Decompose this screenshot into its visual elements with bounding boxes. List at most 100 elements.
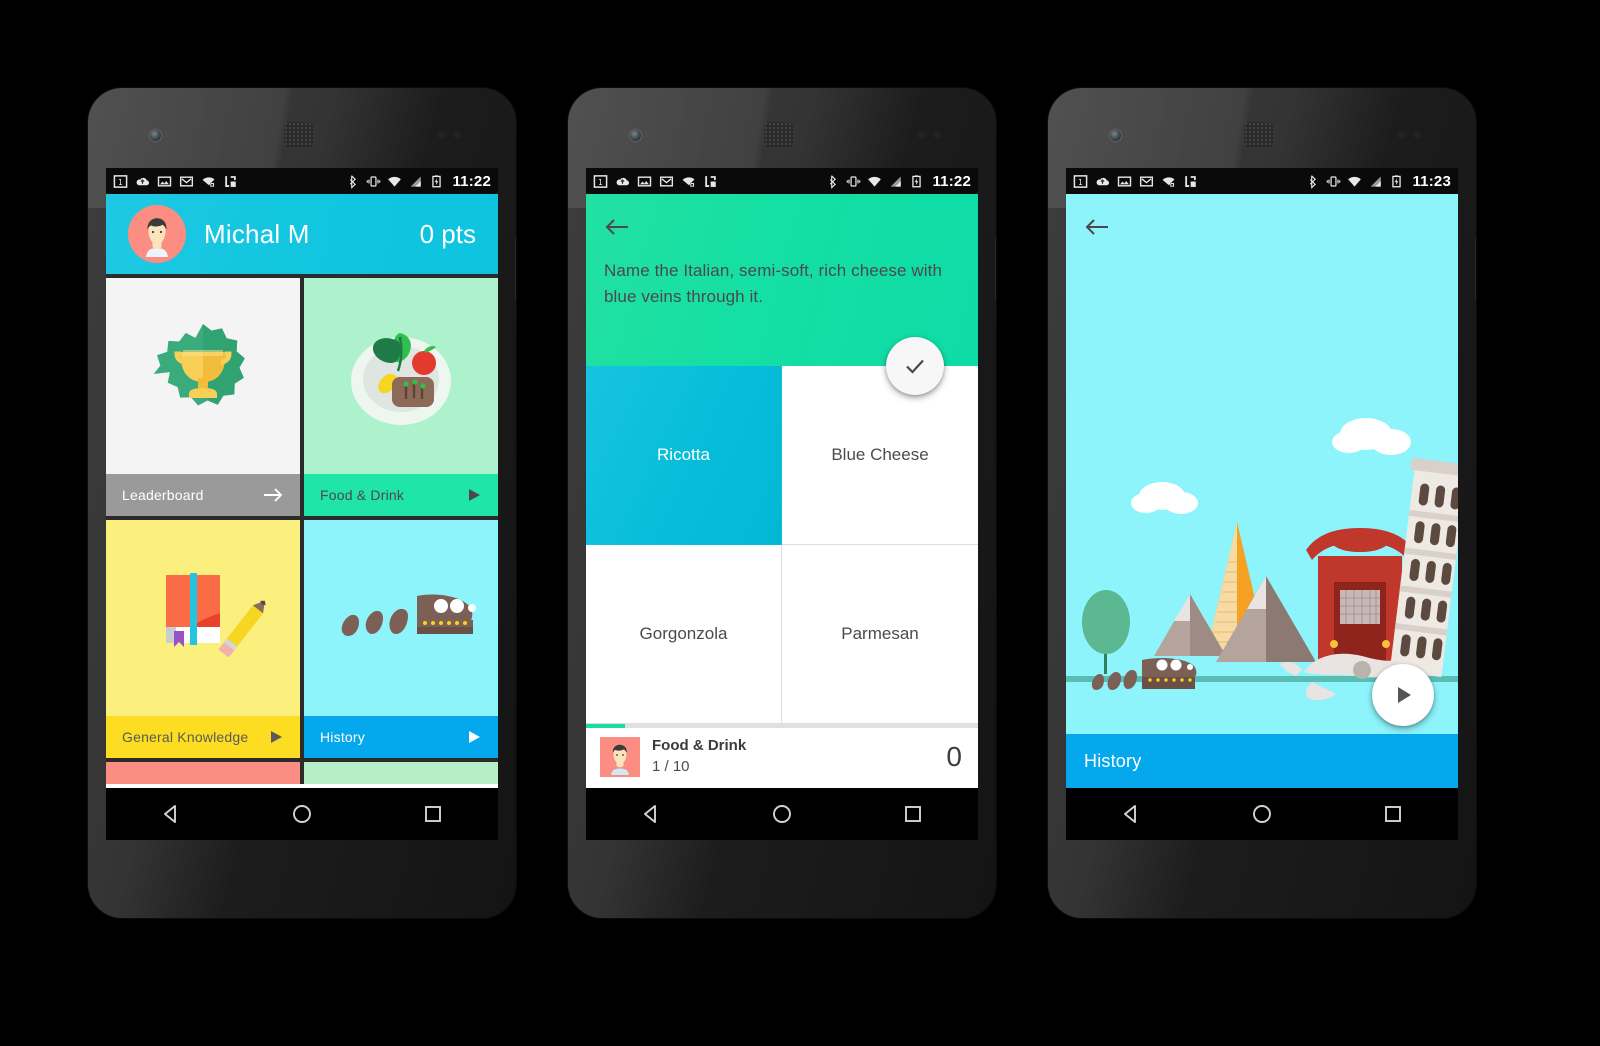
android-nav-bar: [586, 788, 978, 840]
play-triangle-icon: [268, 729, 284, 745]
android-nav-bar: [106, 788, 498, 840]
tile-peek-red[interactable]: [106, 762, 300, 784]
general-knowledge-bar[interactable]: General Knowledge: [106, 716, 300, 758]
power-button[interactable]: [1475, 238, 1476, 300]
recents-square-icon[interactable]: [887, 788, 939, 840]
gmail-icon: [659, 175, 674, 187]
photo-icon: [157, 175, 172, 187]
phone-category-intro: 1 11:23 History: [1048, 88, 1476, 918]
user-avatar-art: [600, 736, 640, 777]
gmail-icon: [1139, 175, 1154, 187]
profile-header[interactable]: Michal M 0 pts: [106, 194, 498, 274]
back-arrow-icon[interactable]: [604, 210, 638, 244]
status-bar: 1 11:23: [1066, 168, 1458, 194]
vibrate-icon: [367, 175, 381, 187]
bluetooth-icon: [830, 174, 837, 189]
leaderboard-art: [106, 278, 300, 474]
proximity-sensor-icon: [438, 132, 445, 139]
home-circle-icon[interactable]: [756, 788, 808, 840]
power-button[interactable]: [515, 238, 516, 300]
back-triangle-icon[interactable]: [145, 788, 197, 840]
light-sensor-icon: [454, 132, 461, 139]
answer-option[interactable]: Blue Cheese: [782, 366, 978, 545]
category-content: History: [1066, 194, 1458, 788]
play-triangle-icon: [466, 729, 482, 745]
back-arrow-icon[interactable]: [1084, 210, 1118, 244]
back-triangle-icon[interactable]: [625, 788, 677, 840]
tile-label: General Knowledge: [122, 729, 249, 745]
power-button[interactable]: [995, 238, 996, 300]
proximity-sensor-icon: [1398, 132, 1405, 139]
vibrate-icon: [847, 175, 861, 187]
front-camera-icon: [630, 130, 641, 141]
quiz-score: 0: [946, 740, 962, 772]
photo-icon: [637, 175, 652, 187]
tile-label: History: [320, 729, 365, 745]
question-text: Name the Italian, semi-soft, rich cheese…: [604, 261, 943, 307]
phone-top-bezel: [88, 88, 516, 168]
quiz-question-counter: 1 / 10: [652, 757, 690, 775]
tile-label: Food & Drink: [320, 487, 405, 503]
phone-screen-home: 1 11:22 Michal M 0 pts Leaderboard Food …: [106, 168, 498, 840]
recents-square-icon[interactable]: [1367, 788, 1419, 840]
tile-food-and-drink[interactable]: Food & Drink: [304, 278, 498, 516]
answer-grid: Ricotta Blue Cheese Gorgonzola Parmesan: [586, 366, 978, 724]
phone-question: 1 11:22 Name the Italian, semi-soft, ric…: [568, 88, 996, 918]
status-clock: 11:22: [932, 172, 971, 190]
front-camera-icon: [1110, 130, 1121, 141]
answer-option[interactable]: Gorgonzola: [586, 545, 782, 724]
phone-top-bezel: [1048, 88, 1476, 168]
avatar: [128, 205, 186, 263]
start-quiz-button[interactable]: [1372, 664, 1434, 726]
sim-icon: 1: [1073, 174, 1088, 188]
home-circle-icon[interactable]: [276, 788, 328, 840]
phone-screen-category: 1 11:23 History: [1066, 168, 1458, 840]
wifi-sync-icon: [682, 176, 695, 187]
confirm-answer-button[interactable]: [886, 337, 944, 395]
tile-peek-green[interactable]: [304, 762, 498, 784]
quiz-category-label: Food & Drink: [652, 737, 747, 755]
history-bar[interactable]: History: [304, 716, 498, 758]
vibrate-icon: [1327, 175, 1341, 187]
home-circle-icon[interactable]: [1236, 788, 1288, 840]
footer-row: Food & Drink 1 / 10 0: [586, 725, 978, 788]
tile-label: Leaderboard: [122, 487, 204, 503]
cloud-upload-icon: [1096, 177, 1110, 185]
footer-category-block: Food & Drink 1 / 10: [652, 736, 746, 777]
leaderboard-bar[interactable]: Leaderboard: [106, 474, 300, 516]
answer-option[interactable]: Ricotta: [586, 366, 782, 545]
bluetooth-icon: [350, 174, 357, 189]
earpiece-speaker-icon: [764, 122, 794, 148]
proximity-sensor-icon: [918, 132, 925, 139]
cloud-upload-icon: [616, 177, 630, 185]
wifi-icon: [1348, 176, 1362, 187]
status-notification-icons: 1: [1073, 174, 1198, 189]
avatar: [600, 736, 640, 777]
earpiece-speaker-icon: [284, 122, 314, 148]
status-clock: 11:23: [1412, 172, 1451, 190]
food-bar[interactable]: Food & Drink: [304, 474, 498, 516]
wifi-sync-icon: [202, 176, 215, 187]
status-system-icons: 11:22: [345, 173, 491, 190]
signal-icon: [411, 175, 422, 187]
phone-home: 1 11:22 Michal M 0 pts Leaderboard Food …: [88, 88, 516, 918]
food-art: [304, 278, 498, 474]
category-header: [1066, 194, 1458, 244]
user-avatar-art: [128, 205, 186, 263]
light-sensor-icon: [934, 132, 941, 139]
category-intro-panel: History: [1066, 194, 1458, 788]
gmail-icon: [179, 175, 194, 187]
front-camera-icon: [150, 130, 161, 141]
tile-general-knowledge[interactable]: General Knowledge: [106, 520, 300, 758]
tile-history[interactable]: History: [304, 520, 498, 758]
tile-leaderboard[interactable]: Leaderboard: [106, 278, 300, 516]
back-triangle-icon[interactable]: [1105, 788, 1157, 840]
recents-square-icon[interactable]: [407, 788, 459, 840]
profile-points: 0 pts: [419, 218, 476, 249]
apps-icon: [225, 175, 236, 187]
dinosaur-icon: [341, 594, 476, 636]
battery-charging-icon: [432, 174, 442, 187]
apps-icon: [705, 175, 716, 187]
answer-option[interactable]: Parmesan: [782, 545, 978, 724]
bluetooth-icon: [1310, 174, 1317, 189]
